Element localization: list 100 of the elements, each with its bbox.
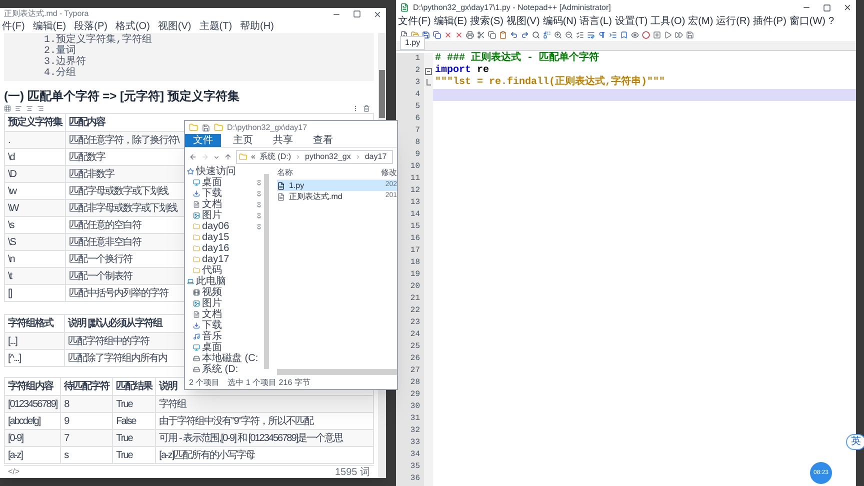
menu-item[interactable]: 编码(N): [542, 16, 577, 26]
menu-item[interactable]: 宏(M): [688, 16, 714, 26]
menu-item[interactable]: 格式(O): [115, 22, 150, 32]
nav-item[interactable]: 图片: [202, 298, 264, 308]
maximize-icon[interactable]: [823, 4, 831, 12]
menu-item[interactable]: 编辑(E): [32, 22, 66, 32]
menu-item[interactable]: 搜索(S): [470, 16, 504, 26]
menu-item[interactable]: ?: [828, 16, 834, 26]
line-number: 15: [409, 221, 421, 233]
status-text: 2 个项目: [189, 377, 220, 389]
pilcrow-icon[interactable]: [598, 30, 606, 38]
table-cell: [a-z]: [4, 446, 61, 464]
ribbon-tab[interactable]: 共享: [265, 134, 301, 147]
ribbon-tab[interactable]: 主页: [225, 134, 261, 147]
nav-item[interactable]: 音乐: [202, 332, 264, 342]
menu-item[interactable]: 运行(R): [716, 16, 750, 26]
search-icon[interactable]: [532, 30, 540, 38]
line-number: 30: [409, 401, 421, 413]
scrollbar-thumb[interactable]: [379, 70, 385, 118]
nav-item[interactable]: day16: [202, 244, 264, 254]
ime-badge[interactable]: 英: [846, 434, 864, 450]
menu-item[interactable]: 帮助(H): [240, 22, 274, 32]
menu-item[interactable]: 插件(P): [753, 16, 786, 26]
nav-item[interactable]: 下载: [202, 320, 264, 330]
nav-item[interactable]: 视频: [202, 288, 264, 298]
list-icon[interactable]: [576, 30, 584, 38]
breadcrumb-item[interactable]: «: [251, 151, 256, 163]
align-left-icon[interactable]: [15, 104, 22, 112]
column-header[interactable]: 名称: [277, 166, 293, 178]
align-center-icon[interactable]: [26, 104, 33, 112]
up-icon[interactable]: [224, 153, 232, 161]
breadcrumb-item[interactable]: python32_gx: [305, 151, 351, 163]
nav-item[interactable]: 下载: [202, 188, 264, 198]
eye-icon[interactable]: [631, 30, 639, 38]
menu-item[interactable]: 视图(V): [506, 16, 540, 26]
back-icon[interactable]: [189, 153, 197, 161]
chevron-down-icon[interactable]: [213, 154, 220, 160]
maximize-icon[interactable]: [353, 10, 361, 18]
align-right-icon[interactable]: [37, 104, 44, 112]
ribbon-tab[interactable]: 文件: [185, 134, 221, 147]
play-icon[interactable]: [664, 30, 672, 38]
breadcrumb-item[interactable]: 系统 (D:): [259, 151, 292, 163]
close-icon[interactable]: [843, 3, 852, 12]
record-icon[interactable]: [642, 30, 650, 38]
menu-item[interactable]: 段落(P): [74, 22, 108, 32]
menu-item[interactable]: 语言(L): [580, 16, 612, 26]
nav-item[interactable]: 快速访问: [196, 166, 264, 176]
menu-item[interactable]: 设置(T): [614, 16, 648, 26]
line-number: 27: [409, 365, 421, 377]
address-bar[interactable]: « 系统 (D:) python32_gx day17: [236, 150, 393, 164]
zoom-out-icon[interactable]: [565, 30, 573, 38]
nav-item[interactable]: 桌面: [202, 342, 264, 352]
ribbon-tab[interactable]: 查看: [305, 134, 341, 147]
menu-item[interactable]: 窗口(W): [789, 16, 826, 26]
file-name: 1.py: [289, 180, 304, 192]
undo-icon[interactable]: [510, 30, 518, 38]
menu-item[interactable]: 主题(T): [199, 22, 232, 32]
file-tab[interactable]: 1.py: [400, 36, 426, 50]
save-icon[interactable]: [202, 124, 210, 132]
save-icon[interactable]: [686, 30, 694, 38]
wrap-icon[interactable]: [587, 30, 595, 38]
nav-item[interactable]: 此电脑: [196, 276, 264, 286]
column-header[interactable]: 修改: [381, 166, 397, 178]
copy-icon[interactable]: [433, 30, 441, 38]
close-icon[interactable]: [373, 10, 382, 18]
indent-icon[interactable]: [609, 30, 617, 38]
scrollbar[interactable]: [264, 174, 269, 369]
nav-item[interactable]: day15: [202, 232, 264, 242]
copy-icon[interactable]: [488, 30, 496, 38]
replace-icon[interactable]: [543, 30, 551, 38]
menu-item[interactable]: 件(F): [2, 22, 25, 32]
nav-item[interactable]: 系统 (D:: [202, 364, 264, 374]
scissors-icon[interactable]: [477, 30, 485, 38]
menu-item[interactable]: 工具(O): [650, 16, 686, 26]
column-header: 字符组格式: [4, 314, 64, 332]
printer-icon[interactable]: [466, 30, 474, 38]
delete-icon[interactable]: [363, 104, 370, 112]
menu-item[interactable]: 编辑(E): [434, 16, 468, 26]
separator-icon: [295, 154, 302, 160]
nav-item[interactable]: 文档: [202, 200, 264, 210]
menu-item[interactable]: 文件(F): [398, 16, 431, 26]
menu-item[interactable]: 视图(V): [158, 22, 192, 32]
picture-icon: [193, 212, 200, 219]
redo-icon[interactable]: [521, 30, 529, 38]
nav-item[interactable]: 本地磁盘 (C:: [202, 354, 264, 364]
line-number: 2: [414, 65, 421, 77]
horizontal-scrollbar[interactable]: [277, 369, 397, 375]
nav-item[interactable]: day06: [202, 222, 264, 232]
source-mode-toggle[interactable]: </>: [8, 466, 20, 478]
folder-icon: [193, 223, 200, 230]
zoom-in-icon[interactable]: [554, 30, 562, 38]
grid-icon[interactable]: [4, 104, 11, 112]
nav-item[interactable]: day17: [202, 254, 264, 264]
fast-forward-icon[interactable]: [675, 30, 683, 38]
fold-marker-icon[interactable]: [425, 68, 432, 74]
clipboard-icon[interactable]: [499, 30, 507, 38]
stop-icon[interactable]: [653, 30, 661, 38]
more-icon[interactable]: [352, 104, 359, 112]
bookmark-icon[interactable]: [620, 30, 628, 38]
nav-item[interactable]: 代码: [202, 266, 264, 276]
